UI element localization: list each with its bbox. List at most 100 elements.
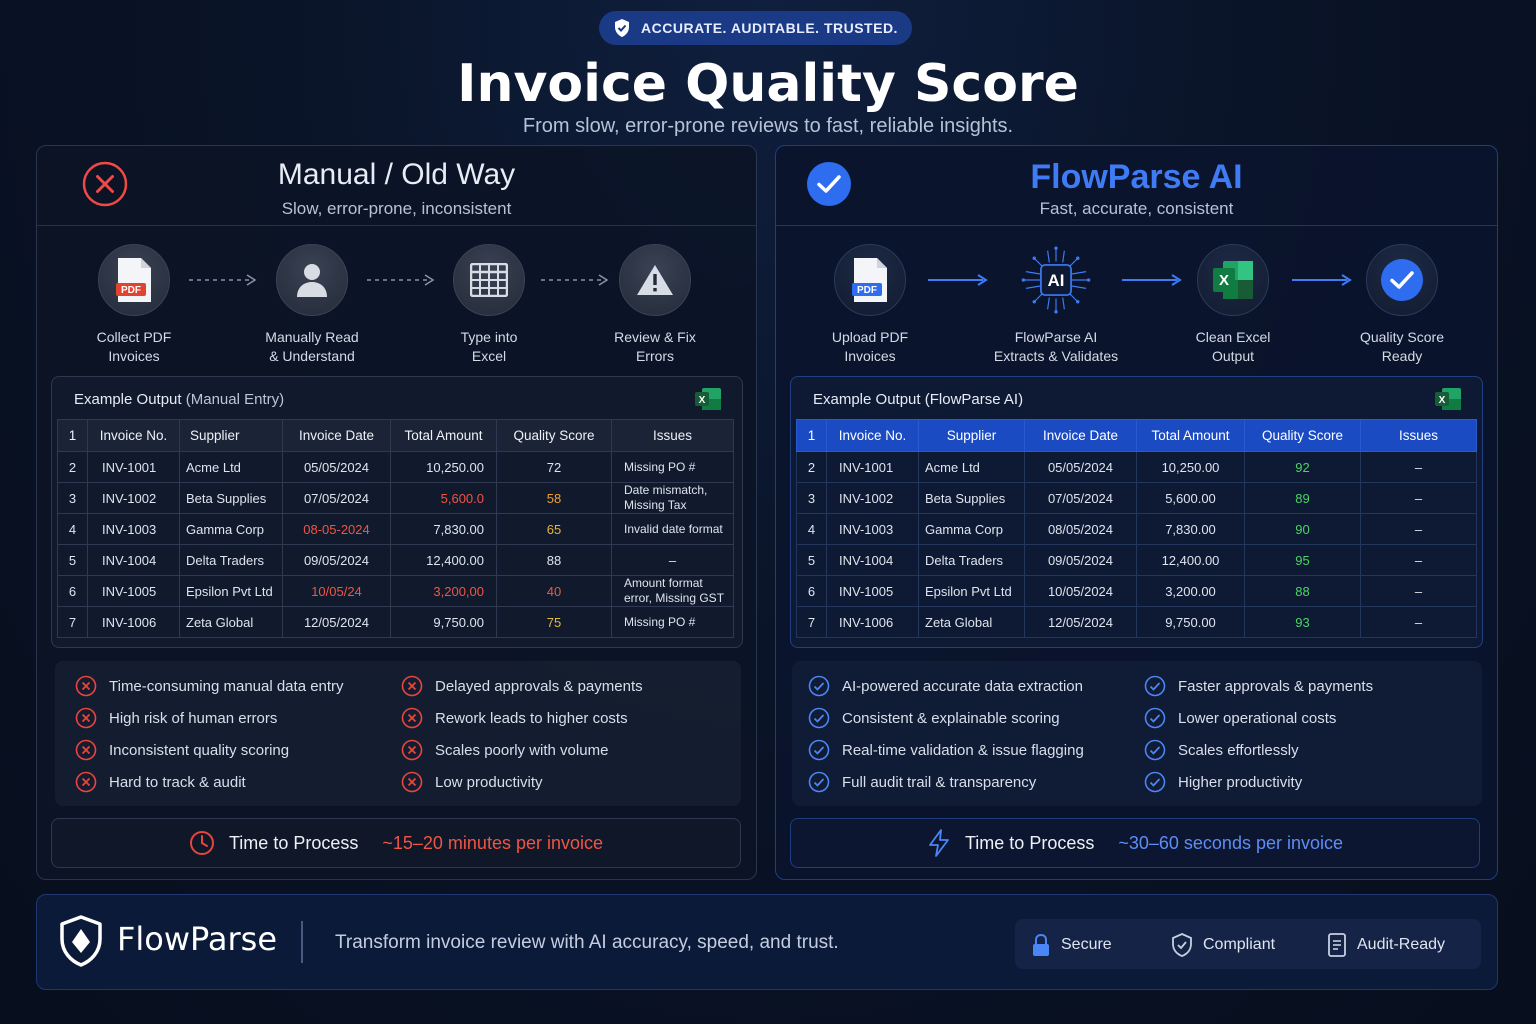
table-row: 6 INV-1005 Epsilon Pvt Ltd 10/05/24 3,20… [57,575,734,607]
step-label: Review & Fix Errors [614,329,696,364]
manual-panel: Manual / Old Way Slow, error-prone, inco… [36,145,757,880]
step-label: Clean Excel Output [1195,329,1271,364]
list-item: Time-consuming manual data entry [75,675,344,697]
column-header: Total Amount [390,419,497,452]
list-item: Rework leads to higher costs [401,707,628,729]
check-circle-outline-icon [808,707,830,729]
table-row: 2 INV-1001 Acme Ltd 05/05/2024 10,250.00… [57,451,734,483]
table-row: 7 INV-1006 Zeta Global 12/05/2024 9,750.… [796,606,1477,638]
manual-header: Manual / Old Way Slow, error-prone, inco… [37,146,756,226]
ai-benefits-list: AI-powered accurate data extraction Cons… [792,661,1482,806]
warning-icon [637,265,673,295]
column-header: Invoice Date [1024,419,1137,452]
page-title: Invoice Quality Score [457,54,1079,114]
manual-output-table: 1 Invoice No. Supplier Invoice Date Tota… [57,419,734,638]
manual-step-read: Manually Read & Understand [242,244,382,366]
list-item: Low productivity [401,771,543,793]
step-label: Type into Excel [460,329,518,364]
manual-drawbacks-list: Time-consuming manual data entry High ri… [55,661,741,806]
step-label: Manually Read & Understand [265,329,359,364]
person-icon [297,264,327,297]
list-item: Delayed approvals & payments [401,675,643,697]
list-item: Full audit trail & transparency [808,771,1036,793]
lock-icon [1033,933,1049,956]
badge-audit-ready: Audit-Ready [1327,933,1445,957]
x-circle-icon [401,739,423,761]
grid-icon [470,263,508,297]
list-item: High risk of human errors [75,707,277,729]
excel-icon: X [1435,388,1461,410]
excel-icon: X [695,388,721,410]
divider [301,921,303,963]
time-label: Time to Process [964,832,1095,853]
table-row: 7 INV-1006 Zeta Global 12/05/2024 9,750.… [57,606,734,638]
column-header: Supplier [179,419,283,452]
table-header-row: 1 Invoice No. Supplier Invoice Date Tota… [796,419,1477,452]
step-label: FlowParse AI Extracts & Validates [993,329,1119,364]
ai-output-card: Example Output (FlowParse AI) X 1 Invoic… [790,376,1483,648]
svg-text:PDF: PDF [121,285,141,296]
step-label: Collect PDF Invoices [96,329,172,364]
brand-name: FlowParse [117,920,278,958]
table-header-row: 1 Invoice No. Supplier Invoice Date Tota… [57,419,734,452]
footer-bar: FlowParse Transform invoice review with … [36,894,1498,990]
x-circle-icon [401,707,423,729]
table-row: 6 INV-1005 Epsilon Pvt Ltd 10/05/2024 3,… [796,575,1477,607]
manual-title: Manual / Old Way [277,158,516,191]
svg-text:X: X [699,395,706,406]
lightning-icon [929,829,949,857]
ai-output-table: 1 Invoice No. Supplier Invoice Date Tota… [796,419,1477,638]
table-title: Example Output (Manual Entry) [74,391,285,408]
list-item: Scales effortlessly [1144,739,1299,761]
manual-step-review: Review & Fix Errors [585,244,725,366]
check-circle-outline-icon [1144,707,1166,729]
column-header: Quality Score [496,419,612,452]
document-icon [1328,933,1346,957]
footer-tagline: Transform invoice review with AI accurac… [335,932,839,953]
tagline-badge: ACCURATE. AUDITABLE. TRUSTED. [599,11,912,45]
list-item: Higher productivity [1144,771,1302,793]
time-label: Time to Process [228,832,359,853]
check-circle-icon [1381,259,1423,301]
check-circle-outline-icon [808,675,830,697]
ai-chip-text: AI [1048,271,1065,290]
flowparse-logo-icon [60,915,102,967]
list-item: Lower operational costs [1144,707,1336,729]
column-header: Invoice No. [826,419,919,452]
manual-step-type: Type into Excel [419,244,559,366]
excel-icon: X [1213,261,1253,299]
pdf-icon: PDF [116,258,151,302]
table-title: Example Output (FlowParse AI) [813,391,1024,408]
table-row: 3 INV-1002 Beta Supplies 07/05/2024 5,60… [57,482,734,514]
column-header: Supplier [918,419,1025,452]
table-row: 4 INV-1003 Gamma Corp 08-05-2024 7,830.0… [57,513,734,545]
page-subtitle: From slow, error-prone reviews to fast, … [522,115,1014,137]
clock-icon [189,831,214,855]
manual-subtitle: Slow, error-prone, inconsistent [281,199,512,218]
list-item: Faster approvals & payments [1144,675,1373,697]
shield-check-icon [615,19,630,37]
trust-badges: Secure Compliant Audit-Ready [1015,919,1481,969]
check-circle-outline-icon [1144,771,1166,793]
column-header: Invoice Date [282,419,391,452]
badge-compliant: Compliant [1171,933,1275,957]
badge-secure: Secure [1031,933,1112,957]
column-header: Issues [1360,419,1477,452]
step-label: Quality Score Ready [1359,329,1445,364]
column-header: Total Amount [1136,419,1245,452]
time-value: ~15–20 minutes per invoice [382,832,603,853]
table-row: 4 INV-1003 Gamma Corp 08/05/2024 7,830.0… [796,513,1477,545]
svg-text:X: X [1219,272,1229,289]
table-row: 5 INV-1004 Delta Traders 09/05/2024 12,4… [796,544,1477,576]
check-circle-outline-icon [1144,739,1166,761]
svg-text:X: X [1439,395,1446,406]
ai-step-score-ready: Quality Score Ready [1332,244,1472,366]
ai-chip-icon: AI [1021,246,1091,314]
list-item: Real-time validation & issue flagging [808,739,1084,761]
pdf-icon: PDF [852,258,887,302]
column-header: 1 [57,419,88,452]
table-row: 2 INV-1001 Acme Ltd 05/05/2024 10,250.00… [796,451,1477,483]
arrow-right-icon [928,274,988,286]
x-circle-icon [401,675,423,697]
time-value: ~30–60 seconds per invoice [1118,832,1344,853]
